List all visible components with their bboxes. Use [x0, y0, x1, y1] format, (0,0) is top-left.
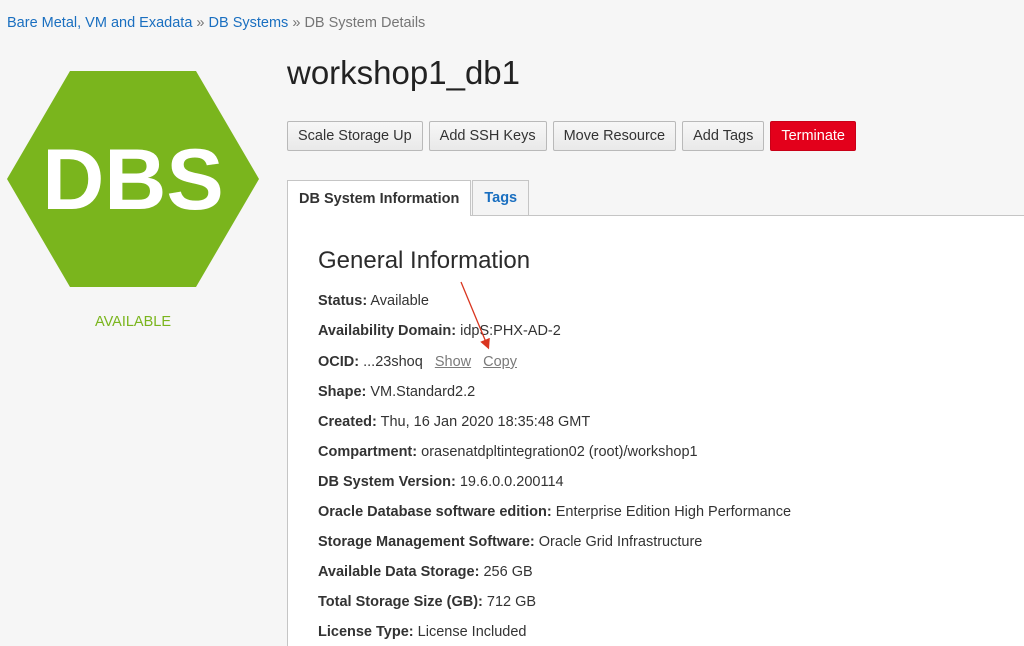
scale-storage-up-button[interactable]: Scale Storage Up — [287, 121, 423, 151]
field-label: Created: — [318, 414, 377, 430]
move-resource-button[interactable]: Move Resource — [552, 121, 677, 151]
add-ssh-keys-button[interactable]: Add SSH Keys — [428, 121, 547, 151]
field-label: DB System Version: — [318, 474, 456, 490]
add-tags-button[interactable]: Add Tags — [682, 121, 765, 151]
created-field: Created: Thu, 16 Jan 2020 18:35:48 GMT — [318, 414, 590, 430]
action-bar: Scale Storage Up Add SSH Keys Move Resou… — [287, 121, 856, 151]
field-value: Thu, 16 Jan 2020 18:35:48 GMT — [380, 414, 591, 430]
tab-db-system-information[interactable]: DB System Information — [287, 180, 472, 216]
field-label: Available Data Storage: — [318, 564, 480, 580]
field-label: Availability Domain: — [318, 323, 457, 339]
field-label: Oracle Database software edition: — [318, 504, 552, 520]
license-type-field: License Type: License Included — [318, 624, 526, 640]
field-label: Status: — [318, 293, 368, 309]
lifecycle-status: AVAILABLE — [94, 314, 172, 330]
ocid-copy-link[interactable]: Copy — [483, 354, 517, 370]
software-edition-field: Oracle Database software edition: Enterp… — [318, 504, 791, 520]
breadcrumb: Bare Metal, VM and Exadata » DB Systems … — [7, 15, 425, 31]
field-value: idpS:PHX-AD-2 — [460, 323, 561, 339]
db-system-icon: DBS — [7, 71, 259, 287]
ocid-field: OCID: ...23shoq Show Copy — [318, 354, 517, 370]
tab-panel — [287, 215, 1024, 646]
field-value: VM.Standard2.2 — [370, 384, 476, 400]
field-value: Oracle Grid Infrastructure — [538, 534, 703, 550]
field-value: Available — [370, 293, 429, 309]
storage-management-field: Storage Management Software: Oracle Grid… — [318, 534, 702, 550]
field-value: ...23shoq — [363, 354, 423, 370]
field-label: Total Storage Size (GB): — [318, 594, 483, 610]
page-title: workshop1_db1 — [287, 54, 520, 91]
field-value: 19.6.0.0.200114 — [459, 474, 564, 490]
breadcrumb-separator: » — [196, 15, 205, 31]
availability-domain-field: Availability Domain: idpS:PHX-AD-2 — [318, 323, 561, 339]
db-system-icon-text: DBS — [42, 132, 224, 228]
terminate-button[interactable]: Terminate — [770, 121, 856, 151]
total-storage-size-field: Total Storage Size (GB): 712 GB — [318, 594, 536, 610]
field-label: OCID: — [318, 354, 360, 370]
field-value: License Included — [417, 624, 527, 640]
db-system-version-field: DB System Version: 19.6.0.0.200114 — [318, 474, 564, 490]
shape-field: Shape: VM.Standard2.2 — [318, 384, 475, 400]
general-information-heading: General Information — [318, 247, 531, 274]
field-label: Shape: — [318, 384, 367, 400]
status-field: Status: Available — [318, 293, 429, 309]
available-data-storage-field: Available Data Storage: 256 GB — [318, 564, 533, 580]
field-value: orasenatdpltintegration02 (root)/worksho… — [421, 444, 698, 460]
field-value: Enterprise Edition High Performance — [555, 504, 792, 520]
tab-bar: DB System Information Tags — [287, 180, 530, 216]
tab-tags[interactable]: Tags — [472, 180, 530, 215]
ocid-show-link[interactable]: Show — [435, 354, 471, 370]
breadcrumb-separator: » — [292, 15, 301, 31]
compartment-field: Compartment: orasenatdpltintegration02 (… — [318, 444, 698, 460]
field-value: 712 GB — [486, 594, 537, 610]
breadcrumb-current: DB System Details — [304, 15, 426, 31]
breadcrumb-db-systems[interactable]: DB Systems — [209, 15, 289, 31]
field-value: 256 GB — [483, 564, 533, 580]
field-label: License Type: — [318, 624, 414, 640]
breadcrumb-bare-metal[interactable]: Bare Metal, VM and Exadata — [7, 15, 192, 31]
field-label: Storage Management Software: — [318, 534, 535, 550]
field-label: Compartment: — [318, 444, 418, 460]
